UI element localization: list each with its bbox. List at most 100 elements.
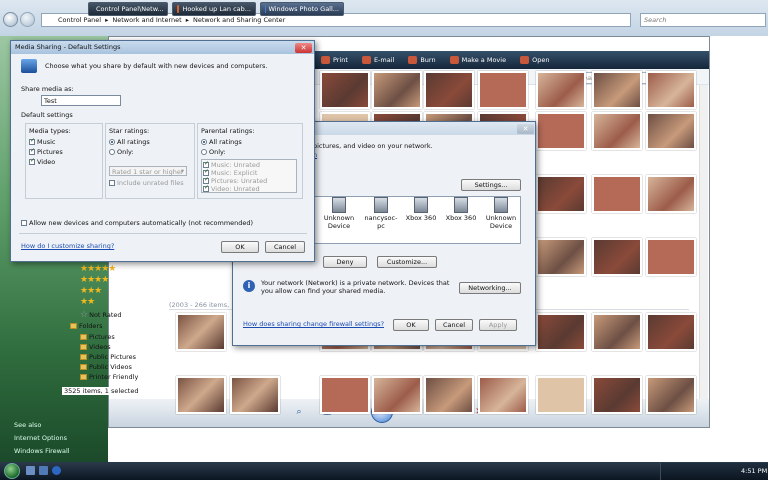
photo-thumbnail[interactable] bbox=[320, 376, 370, 414]
allow-new-devices-checkbox[interactable]: Allow new devices and computers automati… bbox=[21, 219, 253, 227]
cancel-button[interactable]: Cancel bbox=[435, 319, 473, 331]
star-all-ratings-radio[interactable]: All ratings bbox=[109, 138, 191, 146]
burn-icon bbox=[408, 56, 418, 64]
photo-thumbnail[interactable] bbox=[176, 376, 226, 414]
device-item[interactable]: Unknown Device bbox=[482, 197, 520, 230]
taskbar-photo-gallery[interactable]: Windows Photo Gall... bbox=[260, 2, 344, 16]
breadcrumb-item[interactable]: Control Panel bbox=[58, 16, 101, 24]
firewall-help-link[interactable]: How does sharing change firewall setting… bbox=[243, 320, 384, 328]
back-button[interactable] bbox=[3, 12, 18, 27]
music-checkbox[interactable]: Music bbox=[29, 137, 99, 146]
device-item[interactable]: Xbox 360 bbox=[442, 197, 480, 222]
photo-thumbnail[interactable] bbox=[424, 376, 474, 414]
list-item[interactable]: Music: Unrated bbox=[203, 160, 295, 169]
clock[interactable]: 4:51 PM bbox=[741, 467, 767, 475]
parental-ratings-list[interactable]: Music: Unrated Music: Explicit Pictures:… bbox=[201, 159, 297, 193]
apply-button[interactable]: Apply bbox=[479, 319, 517, 331]
ok-button[interactable]: OK bbox=[221, 241, 259, 253]
photo-thumbnail[interactable] bbox=[536, 175, 586, 213]
breadcrumb-item[interactable]: Network and Sharing Center bbox=[193, 16, 285, 24]
tree-item-folders[interactable]: Folders bbox=[70, 321, 170, 331]
photo-thumbnail[interactable] bbox=[176, 313, 226, 351]
photo-thumbnail[interactable] bbox=[646, 71, 696, 109]
device-item[interactable]: Unknown Device bbox=[320, 197, 358, 230]
settings-button[interactable]: Settings... bbox=[461, 179, 521, 191]
photo-thumbnail[interactable] bbox=[536, 112, 586, 150]
customize-button[interactable]: Customize... bbox=[377, 256, 437, 268]
photo-thumbnail[interactable] bbox=[646, 175, 696, 213]
windows-firewall-link[interactable]: Windows Firewall bbox=[14, 447, 70, 455]
tree-item-public-videos[interactable]: Public Videos bbox=[80, 362, 180, 372]
control-panel-search-input[interactable]: Search bbox=[640, 13, 766, 27]
parental-all-ratings-radio[interactable]: All ratings bbox=[201, 138, 299, 146]
print-button[interactable]: Print bbox=[314, 56, 355, 64]
device-list[interactable]: Unknown Device nancysoc-pc Xbox 360 Xbox… bbox=[313, 196, 521, 244]
forward-button[interactable] bbox=[20, 12, 35, 27]
rating-stars[interactable]: ★★★★ bbox=[80, 275, 180, 285]
start-button[interactable] bbox=[4, 463, 20, 479]
share-name-input[interactable]: Test bbox=[41, 95, 121, 106]
device-item[interactable]: Xbox 360 bbox=[402, 197, 440, 222]
tree-item-printer-friendly[interactable]: Printer Friendly bbox=[80, 372, 180, 382]
photo-thumbnail[interactable] bbox=[230, 376, 280, 414]
star-rating-dropdown[interactable]: Rated 1 star or higher ▾ bbox=[109, 166, 187, 176]
photo-thumbnail[interactable] bbox=[536, 238, 586, 276]
list-item[interactable]: Pictures: Unrated bbox=[203, 176, 295, 185]
photo-thumbnail[interactable] bbox=[372, 71, 422, 109]
photo-thumbnail[interactable] bbox=[646, 376, 696, 414]
customize-sharing-help-link[interactable]: How do I customize sharing? bbox=[21, 242, 114, 250]
photo-thumbnail[interactable] bbox=[372, 376, 422, 414]
burn-button[interactable]: Burn bbox=[401, 56, 442, 64]
close-icon[interactable]: ✕ bbox=[295, 43, 312, 53]
ok-button[interactable]: OK bbox=[393, 319, 429, 331]
include-unrated-checkbox[interactable]: Include unrated files bbox=[109, 179, 191, 187]
networking-button[interactable]: Networking... bbox=[459, 282, 521, 294]
taskbar-browser[interactable]: Hooked up Lan cab... bbox=[172, 2, 256, 16]
pictures-checkbox[interactable]: Pictures bbox=[29, 147, 99, 156]
photo-thumbnail[interactable] bbox=[592, 313, 642, 351]
rating-stars[interactable]: ★★ bbox=[80, 297, 180, 307]
email-button[interactable]: E-mail bbox=[355, 56, 401, 64]
rating-stars[interactable]: ★★★★★ bbox=[80, 264, 180, 274]
list-item[interactable]: Video: Unrated bbox=[203, 184, 295, 193]
internet-explorer-icon[interactable] bbox=[52, 466, 61, 475]
photo-thumbnail[interactable] bbox=[592, 112, 642, 150]
switch-windows-icon[interactable] bbox=[39, 466, 48, 475]
internet-options-link[interactable]: Internet Options bbox=[14, 434, 67, 442]
photo-thumbnail[interactable] bbox=[592, 71, 642, 109]
deny-button[interactable]: Deny bbox=[323, 256, 367, 268]
close-icon[interactable]: ✕ bbox=[517, 124, 534, 134]
photo-thumbnail[interactable] bbox=[536, 313, 586, 351]
tree-item-not-rated[interactable]: ☆ Not Rated bbox=[80, 310, 180, 320]
photo-thumbnail[interactable] bbox=[478, 71, 528, 109]
open-button[interactable]: Open bbox=[513, 56, 556, 64]
photo-thumbnail[interactable] bbox=[320, 71, 370, 109]
list-item[interactable]: Music: Explicit bbox=[203, 168, 295, 177]
cancel-button[interactable]: Cancel bbox=[265, 241, 305, 253]
photo-thumbnail[interactable] bbox=[536, 376, 586, 414]
star-only-radio[interactable]: Only: bbox=[109, 148, 191, 156]
make-movie-button[interactable]: Make a Movie bbox=[443, 56, 513, 64]
photo-thumbnail[interactable] bbox=[646, 238, 696, 276]
photo-thumbnail[interactable] bbox=[592, 376, 642, 414]
photo-thumbnail[interactable] bbox=[478, 376, 528, 414]
show-desktop-icon[interactable] bbox=[26, 466, 35, 475]
tree-item-videos[interactable]: Videos bbox=[80, 342, 180, 352]
gallery-scrollbar[interactable] bbox=[699, 85, 708, 399]
tree-item-public-pictures[interactable]: Public Pictures bbox=[80, 352, 180, 362]
video-checkbox[interactable]: Video bbox=[29, 157, 99, 166]
photo-thumbnail[interactable] bbox=[646, 112, 696, 150]
photo-thumbnail[interactable] bbox=[536, 71, 586, 109]
dialog-description: Choose what you share by default with ne… bbox=[45, 62, 268, 70]
photo-thumbnail[interactable] bbox=[424, 71, 474, 109]
photo-thumbnail[interactable] bbox=[646, 313, 696, 351]
rating-stars[interactable]: ★★★ bbox=[80, 286, 180, 296]
breadcrumb-item[interactable]: Network and Internet bbox=[112, 16, 181, 24]
zoom-icon[interactable]: ⌕ bbox=[291, 405, 307, 419]
tree-item-pictures[interactable]: Pictures bbox=[80, 332, 180, 342]
taskbar-control-panel[interactable]: Control Panel\Netw... bbox=[88, 2, 168, 16]
parental-only-radio[interactable]: Only: bbox=[201, 148, 299, 156]
photo-thumbnail[interactable] bbox=[592, 238, 642, 276]
photo-thumbnail[interactable] bbox=[592, 175, 642, 213]
device-item[interactable]: nancysoc-pc bbox=[362, 197, 400, 230]
